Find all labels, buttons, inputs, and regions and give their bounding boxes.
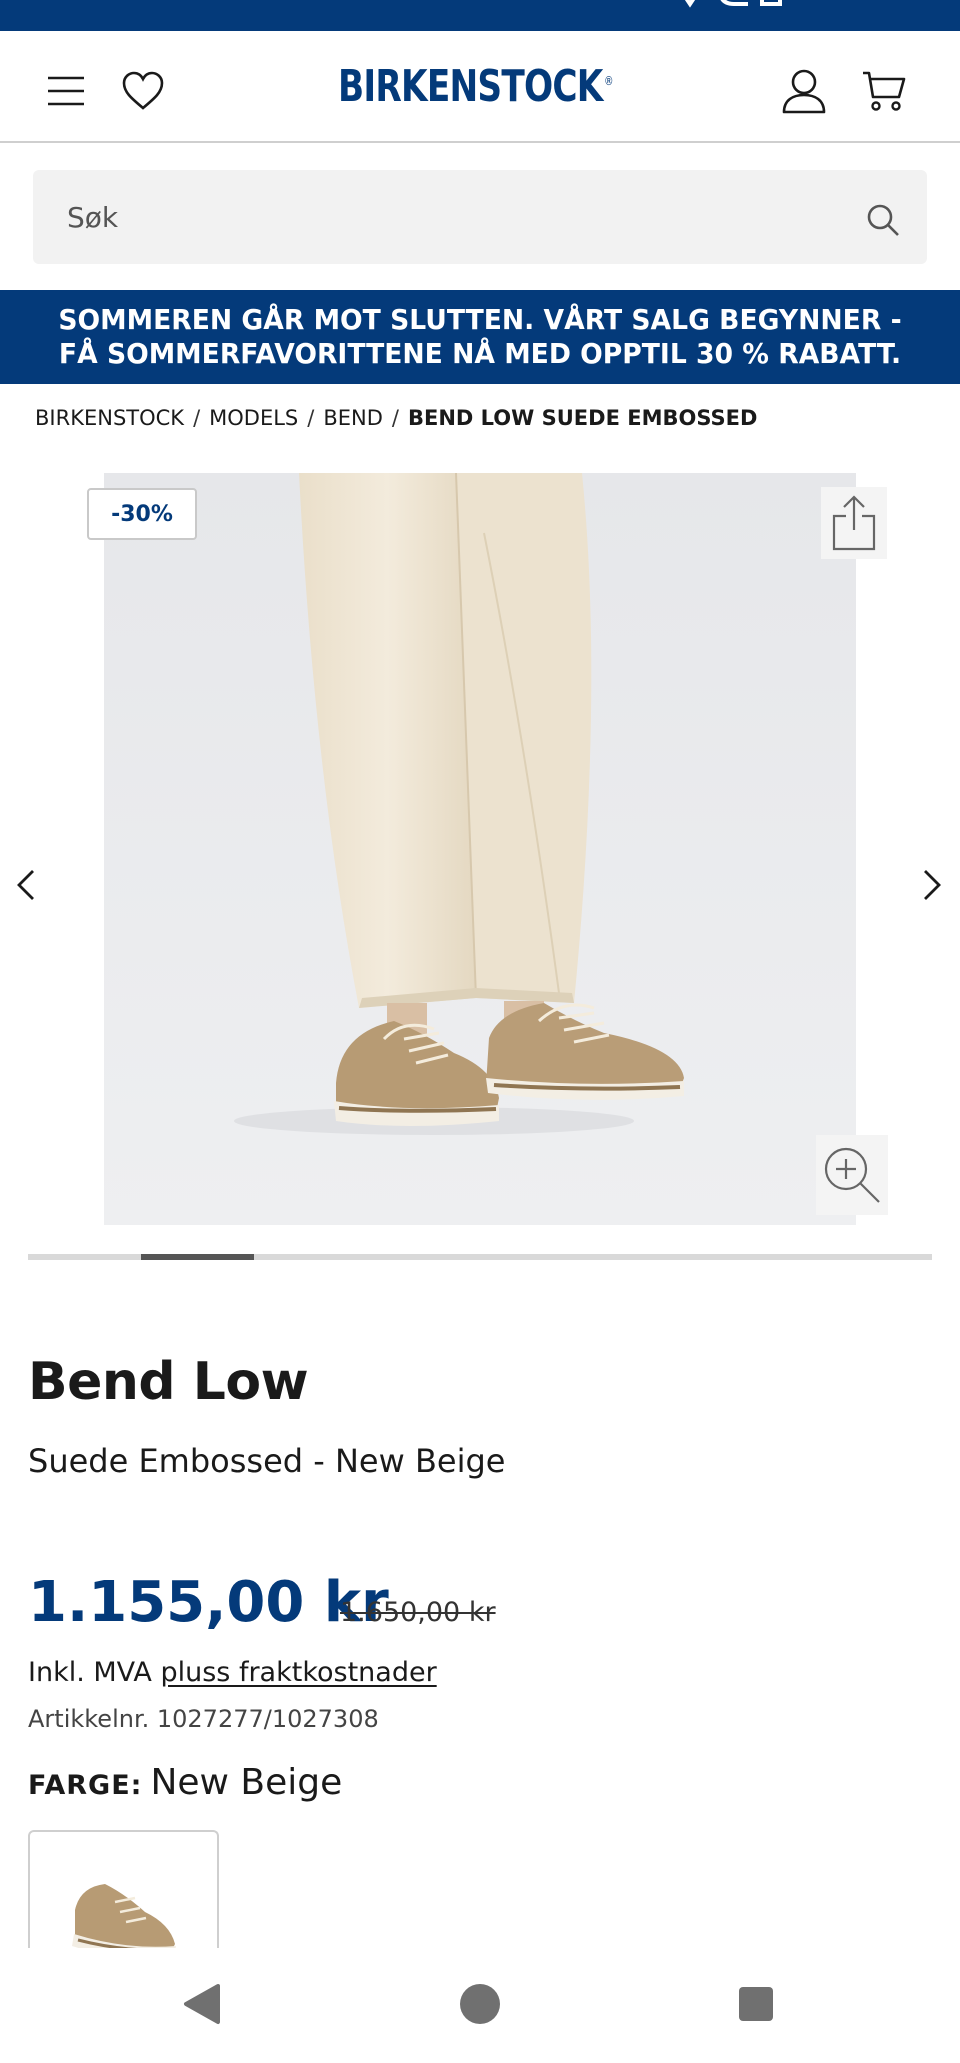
- breadcrumb-separator: /: [307, 406, 315, 430]
- share-icon: [832, 495, 876, 551]
- color-selector-label: FARGE: New Beige: [28, 1762, 342, 1803]
- original-price: 1.650,00 kr: [340, 1597, 496, 1628]
- color-value: New Beige: [150, 1762, 343, 1803]
- breadcrumb-item-models[interactable]: MODELS: [209, 406, 298, 430]
- breadcrumb-separator: /: [193, 406, 201, 430]
- recents-square-icon: [739, 1987, 773, 2021]
- site-header: BIRKENSTOCK ®: [0, 31, 960, 143]
- article-number: Artikkelnr. 1027277/1027308: [28, 1705, 379, 1733]
- vat-info: Inkl. MVA pluss fraktkostnader: [28, 1657, 437, 1688]
- share-button[interactable]: [821, 487, 887, 559]
- account-button[interactable]: [774, 61, 834, 121]
- color-label: FARGE:: [28, 1770, 143, 1801]
- recents-button[interactable]: [726, 1974, 786, 2034]
- sale-price: 1.155,00 kr: [28, 1570, 389, 1635]
- wishlist-button[interactable]: [113, 61, 173, 121]
- back-button[interactable]: [172, 1974, 232, 2034]
- home-circle-icon: [460, 1984, 500, 2024]
- system-navigation-bar: [0, 1948, 960, 2063]
- chevron-left-icon: [17, 870, 34, 900]
- breadcrumb: BIRKENSTOCK / MODELS / BEND / BEND LOW SUEDE E…: [35, 406, 757, 430]
- promo-text: SOMMEREN GÅR MOT SLUTTEN. VÅRT SALG BEGY…: [58, 303, 902, 370]
- discount-badge: -30%: [87, 488, 197, 540]
- user-icon: [782, 69, 826, 114]
- search-box: [33, 170, 927, 264]
- gallery-progress-bar[interactable]: [28, 1254, 932, 1260]
- cart-icon: [863, 71, 906, 111]
- search-input[interactable]: [33, 170, 853, 264]
- app-banner-fragment-icon: [684, 0, 782, 8]
- previous-image-button[interactable]: [6, 860, 46, 910]
- hamburger-menu-icon: [48, 76, 84, 106]
- back-triangle-icon: [184, 1984, 220, 2024]
- product-variant: Suede Embossed - New Beige: [28, 1442, 506, 1480]
- product-title: Bend Low: [28, 1352, 309, 1412]
- breadcrumb-separator: /: [391, 406, 399, 430]
- breadcrumb-item-bend[interactable]: BEND: [323, 406, 383, 430]
- gallery-progress-indicator: [141, 1254, 254, 1260]
- brand-logo[interactable]: BIRKENSTOCK ®: [338, 61, 614, 112]
- breadcrumb-current: BEND LOW SUEDE EMBOSSED: [407, 406, 758, 430]
- promo-banner[interactable]: SOMMEREN GÅR MOT SLUTTEN. VÅRT SALG BEGY…: [0, 290, 960, 384]
- heart-icon: [122, 71, 164, 110]
- top-strip: [0, 0, 960, 31]
- cart-button[interactable]: [854, 61, 914, 121]
- chevron-right-icon: [924, 870, 941, 900]
- search-icon[interactable]: [865, 202, 901, 238]
- product-photo-illustration: [104, 473, 856, 1225]
- breadcrumb-item-birkenstock[interactable]: BIRKENSTOCK: [35, 406, 184, 430]
- zoom-in-icon: [824, 1147, 880, 1203]
- product-image[interactable]: [104, 473, 856, 1225]
- zoom-button[interactable]: [816, 1135, 888, 1215]
- next-image-button[interactable]: [912, 860, 952, 910]
- home-button[interactable]: [450, 1974, 510, 2034]
- shipping-cost-link[interactable]: pluss fraktkostnader: [160, 1657, 436, 1688]
- vat-text: Inkl. MVA: [28, 1657, 152, 1688]
- menu-button[interactable]: [36, 61, 96, 121]
